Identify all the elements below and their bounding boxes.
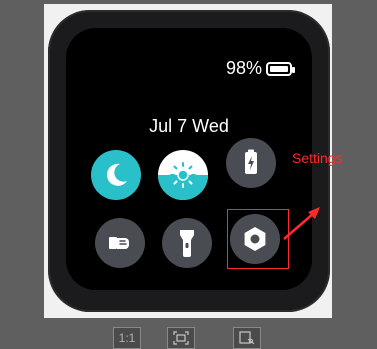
actual-size-button[interactable]: 1:1 [113, 327, 141, 349]
fit-screen-button[interactable] [167, 327, 195, 349]
battery-fill [270, 65, 288, 72]
flashlight-tile[interactable] [162, 218, 212, 268]
battery-status: 98% [225, 58, 295, 79]
actual-size-label: 1:1 [118, 331, 136, 345]
crop-button[interactable] [233, 327, 261, 349]
date-label: Jul 7 Wed [149, 116, 229, 136]
settings-annotation-label: Settings [292, 150, 343, 166]
brightness-tile[interactable] [158, 150, 208, 200]
brightness-icon [170, 162, 196, 188]
battery-icon [266, 61, 295, 76]
find-phone-tile[interactable] [95, 218, 145, 268]
moon-icon [106, 163, 127, 186]
crop-scissors-icon [239, 331, 255, 345]
battery-charging-icon [245, 149, 257, 174]
battery-percent: 98% [225, 58, 262, 78]
fit-screen-icon [173, 331, 189, 345]
battery-saver-tile[interactable] [226, 138, 276, 188]
moon-tile[interactable] [91, 150, 141, 200]
flashlight-icon [180, 230, 194, 257]
annotation-arrow [283, 207, 320, 240]
find-phone-icon [109, 237, 129, 249]
